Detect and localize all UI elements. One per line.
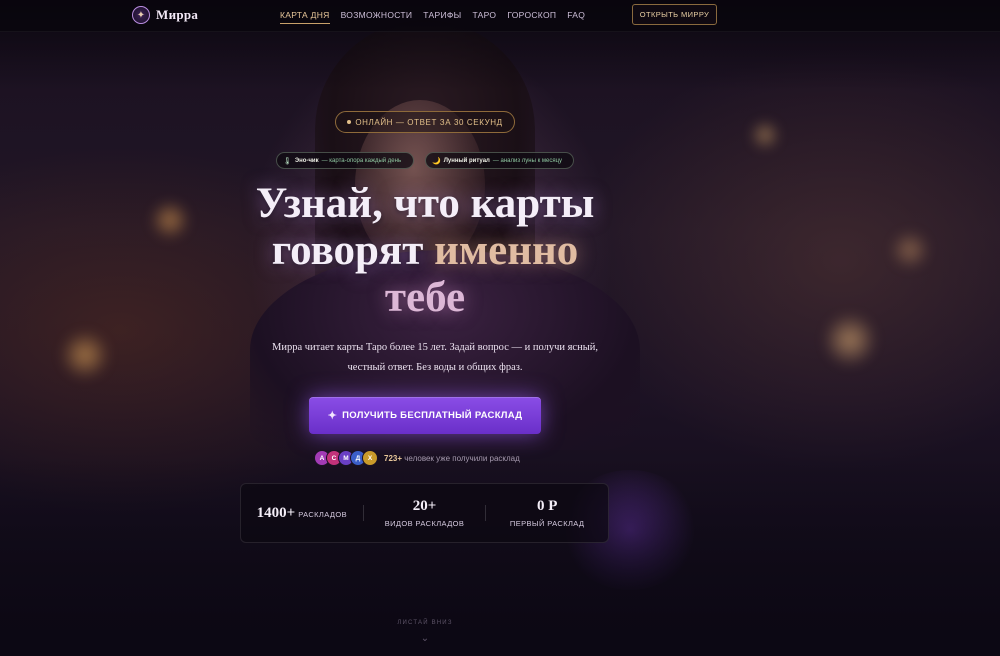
online-status-badge: ОНЛАЙН — ОТВЕТ ЗА 30 СЕКУНД [335,111,515,133]
nav-item-features[interactable]: ВОЗМОЖНОСТИ [341,10,413,24]
hero-subtitle: Мирра читает карты Таро более 15 лет. За… [271,342,599,373]
headline-accent: именно [434,227,579,274]
nav-item-tarot[interactable]: ТАРО [472,10,496,24]
candle-glow [60,330,110,380]
chevron-down-icon[interactable]: ⌄ [419,634,431,646]
headline-line-3: тебе [384,274,466,321]
candle-glow [750,120,780,150]
social-proof-label: человек уже получили расклад [402,453,520,463]
avatar: Х [362,450,378,466]
feature-chip-lunar-ritual[interactable]: 🌙 Лунный ритуал — анализ луны к месяцу [425,152,574,169]
brand-name: Мирра [156,7,199,22]
nav-item-faq[interactable]: FAQ [567,10,585,24]
top-navbar: ✦ Мирра КАРТА ДНЯ ВОЗМОЖНОСТИ ТАРИФЫ ТАР… [0,0,1000,32]
stat-value: 20+ [412,498,437,514]
hero-background [0,0,1000,656]
moon-icon: 🌙 [432,157,441,165]
thermometer-icon: 🌡 [283,157,292,165]
hero-headline: Узнай, что карты говорят именно тебе [200,180,650,321]
headline-line-1: Узнай, что карты [255,180,595,227]
chip-title: Эно-чик [294,157,319,164]
candle-glow [150,200,190,240]
online-status-text: ОНЛАЙН — ОТВЕТ ЗА 30 СЕКУНД [355,117,503,127]
stat-first-reading: 0 Р ПЕРВЫЙ РАСКЛАД [486,498,608,528]
social-count: 723+ [384,453,403,463]
stat-label: РАСКЛАДОВ [298,509,348,519]
social-proof: АСМДХ 723+ человек уже получили расклад [314,450,520,466]
cta-label: ПОЛУЧИТЬ БЕСПЛАТНЫЙ РАСКЛАД [342,410,523,421]
stat-readings: 1400+ РАСКЛАДОВ [241,505,363,522]
candle-glow [825,310,875,370]
chip-description: — анализ луны к месяцу [492,157,563,164]
chip-title: Лунный ритуал [443,157,490,164]
nav-item-card-of-day[interactable]: КАРТА ДНЯ [280,10,330,24]
stat-spread-types: 20+ ВИДОВ РАСКЛАДОВ [364,498,486,528]
nav-item-pricing[interactable]: ТАРИФЫ [423,10,461,24]
open-mirra-button[interactable]: ОТКРЫТЬ МИРРУ [632,4,717,25]
feature-chip-daily-card[interactable]: 🌡 Эно-чик — карта-опора каждый день [276,152,414,169]
brand-logo[interactable]: ✦ Мирра [132,6,198,24]
sparkle-icon: ✦ [327,410,338,422]
nav-menu: КАРТА ДНЯ ВОЗМОЖНОСТИ ТАРИФЫ ТАРО ГОРОСК… [280,10,585,24]
pentagram-icon: ✦ [132,6,150,24]
stats-panel: 1400+ РАСКЛАДОВ 20+ ВИДОВ РАСКЛАДОВ 0 Р … [240,483,609,543]
scroll-hint[interactable]: ЛИСТАЙ ВНИЗ [375,620,475,626]
online-dot-icon [347,120,352,124]
stat-label: ВИДОВ РАСКЛАДОВ [384,519,465,528]
get-free-reading-button[interactable]: ✦ ПОЛУЧИТЬ БЕСПЛАТНЫЙ РАСКЛАД [309,397,541,434]
candle-glow [890,230,930,270]
stat-value: 1400+ [256,504,296,521]
headline-line-2: говорят [271,227,435,274]
social-proof-text: 723+ человек уже получили расклад [384,454,520,463]
avatar-stack: АСМДХ [314,450,378,466]
chip-description: — карта-опора каждый день [321,157,402,164]
stat-value: 0 Р [536,498,558,514]
nav-item-horoscope[interactable]: ГОРОСКОП [507,10,556,24]
stat-label: ПЕРВЫЙ РАСКЛАД [509,519,585,528]
